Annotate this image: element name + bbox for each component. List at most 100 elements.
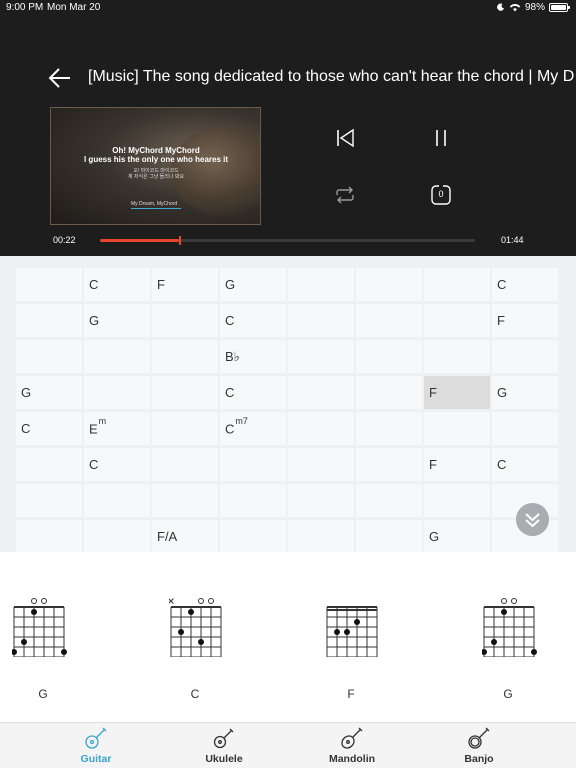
video-lyric-line: Oh! MyChord MyChord I guess his the only…	[51, 146, 260, 164]
song-title: [Music] The song dedicated to those who …	[88, 68, 575, 85]
chord-cell[interactable]	[356, 412, 422, 445]
chord-cell[interactable]	[288, 304, 354, 337]
back-arrow-icon[interactable]	[48, 66, 72, 90]
status-date: Mon Mar 20	[47, 2, 101, 13]
video-line-2: I guess his the only one who heares it	[83, 155, 229, 164]
chord-cell[interactable]: C	[220, 304, 286, 337]
chord-cell[interactable]: F	[424, 448, 490, 481]
tab-ukulele[interactable]: Ukulele	[169, 723, 279, 768]
chord-cell[interactable]	[356, 340, 422, 373]
tab-banjo[interactable]: Banjo	[424, 723, 534, 768]
chord-cell[interactable]	[424, 304, 490, 337]
chord-cell[interactable]	[16, 340, 82, 373]
chord-cell[interactable]	[492, 412, 558, 445]
tab-label: Guitar	[80, 753, 112, 765]
chord-grid: C F G C G C F B♭ G C F G C Em Cm7 C F C F/A G	[16, 268, 560, 553]
chord-cell[interactable]	[220, 520, 286, 553]
chord-cell[interactable]: C	[492, 448, 558, 481]
chord-cell[interactable]: C	[220, 376, 286, 409]
chord-diagram[interactable]	[325, 597, 381, 657]
guitar-icon	[85, 727, 107, 749]
chord-cell[interactable]	[16, 268, 82, 301]
chord-cell[interactable]	[288, 376, 354, 409]
chord-cell[interactable]: C	[16, 412, 82, 445]
progress-knob[interactable]	[178, 236, 181, 245]
repeat-icon[interactable]	[334, 184, 356, 206]
chord-name: C	[89, 277, 99, 292]
chord-cell[interactable]	[84, 520, 150, 553]
chord-cell[interactable]	[152, 376, 218, 409]
chord-cell[interactable]	[424, 340, 490, 373]
chord-cell[interactable]: Em	[84, 412, 150, 445]
progress-bar[interactable]	[100, 236, 475, 245]
tab-guitar[interactable]: Guitar	[41, 723, 151, 768]
chord-cell[interactable]	[288, 268, 354, 301]
chord-cell[interactable]: G	[16, 376, 82, 409]
chord-cell[interactable]	[356, 448, 422, 481]
tab-mandolin[interactable]: Mandolin	[297, 723, 407, 768]
chord-name: C	[89, 457, 99, 472]
chord-cell[interactable]	[16, 484, 82, 517]
chord-cell[interactable]	[424, 412, 490, 445]
chord-cell[interactable]	[152, 340, 218, 373]
battery-percent: 98%	[524, 2, 545, 13]
chord-cell[interactable]: C	[492, 268, 558, 301]
chord-cell[interactable]	[288, 520, 354, 553]
chord-cell[interactable]	[152, 304, 218, 337]
chord-cell[interactable]: G	[424, 520, 490, 553]
chord-cell[interactable]: F	[424, 376, 490, 409]
tab-label: Banjo	[464, 753, 494, 765]
chord-cell[interactable]	[84, 484, 150, 517]
tab-label: Mandolin	[328, 753, 376, 765]
total-time: 01:44	[501, 235, 524, 245]
chord-diagram[interactable]	[12, 597, 68, 657]
chord-cell[interactable]	[152, 412, 218, 445]
chord-cell[interactable]: G	[84, 304, 150, 337]
chord-cell[interactable]	[288, 412, 354, 445]
chord-cell[interactable]	[288, 484, 354, 517]
chord-cell[interactable]	[152, 448, 218, 481]
chord-grid-area: C F G C G C F B♭ G C F G C Em Cm7 C F C F/A G	[0, 256, 576, 553]
chord-cell[interactable]: G	[220, 268, 286, 301]
chord-cell[interactable]	[220, 448, 286, 481]
chord-cell[interactable]	[220, 484, 286, 517]
chord-cell[interactable]: G	[492, 376, 558, 409]
chord-cell[interactable]	[356, 268, 422, 301]
chord-cell[interactable]: F	[492, 304, 558, 337]
chord-name: G	[89, 313, 100, 328]
battery-icon	[549, 3, 570, 12]
chord-cell[interactable]: F/A	[152, 520, 218, 553]
chord-cell[interactable]: B♭	[220, 340, 286, 373]
chord-cell[interactable]: Cm7	[220, 412, 286, 445]
chord-cell[interactable]	[84, 340, 150, 373]
chord-name: G	[429, 529, 440, 544]
chord-cell[interactable]	[356, 520, 422, 553]
chord-cell[interactable]	[16, 448, 82, 481]
video-lyric-korean: 오! 마이코드 마이코드 계 저식은 그냥 들리나 봐요	[51, 168, 260, 180]
chord-diagram[interactable]	[482, 597, 538, 657]
chord-cell[interactable]	[152, 484, 218, 517]
chord-cell[interactable]	[84, 376, 150, 409]
chord-cell[interactable]	[424, 268, 490, 301]
chord-cell[interactable]	[356, 304, 422, 337]
chord-name: B♭	[225, 348, 240, 364]
chord-cell[interactable]	[16, 520, 82, 553]
pause-icon[interactable]	[432, 128, 450, 148]
chord-cell[interactable]	[288, 448, 354, 481]
chord-cell[interactable]	[16, 304, 82, 337]
chord-diagram[interactable]	[169, 597, 225, 657]
chord-name: C	[225, 313, 235, 328]
scroll-down-icon[interactable]	[516, 503, 549, 536]
loop-count-button[interactable]: 0	[430, 184, 452, 206]
chord-cell[interactable]: F	[152, 268, 218, 301]
chord-cell[interactable]	[356, 376, 422, 409]
chord-name: G	[225, 277, 236, 292]
video-thumbnail[interactable]: Oh! MyChord MyChord I guess his the only…	[50, 107, 261, 225]
chord-cell[interactable]: C	[84, 448, 150, 481]
skip-previous-icon[interactable]	[335, 128, 355, 148]
chord-cell[interactable]	[424, 484, 490, 517]
chord-cell[interactable]: C	[84, 268, 150, 301]
chord-cell[interactable]	[288, 340, 354, 373]
chord-cell[interactable]	[492, 340, 558, 373]
chord-cell[interactable]	[356, 484, 422, 517]
